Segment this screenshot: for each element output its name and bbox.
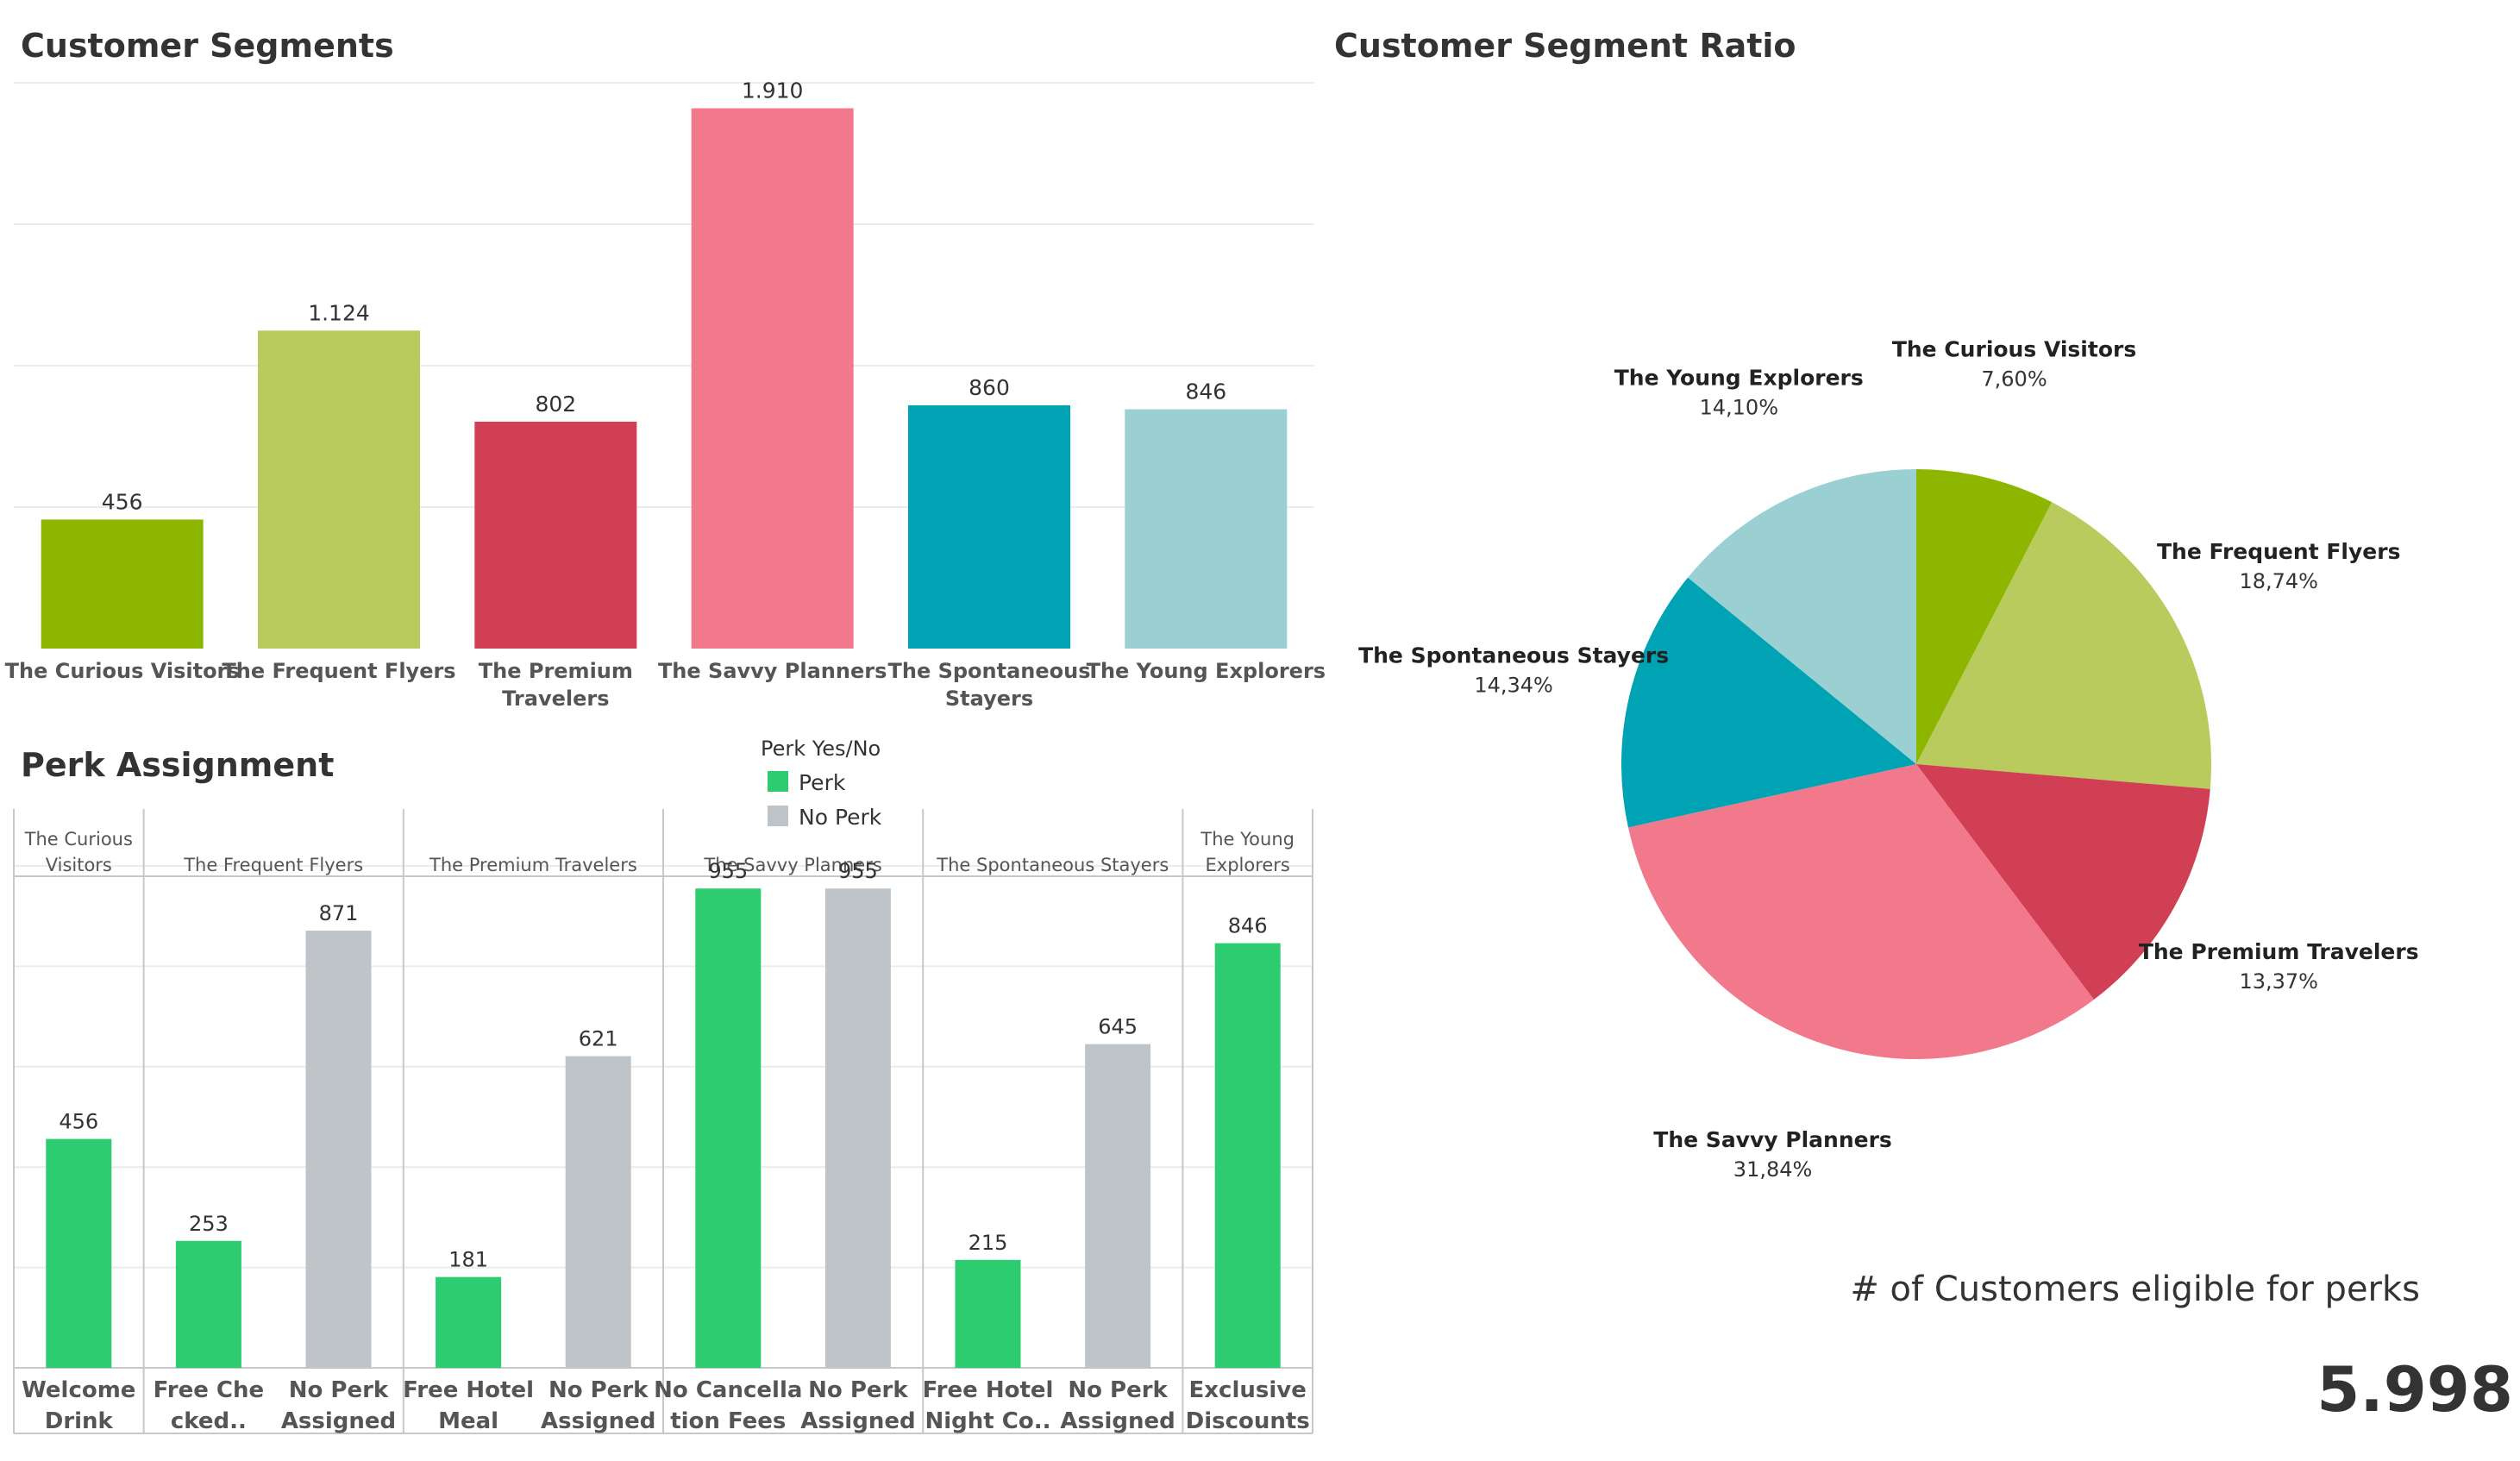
perk-category-label: No Cancella (654, 1377, 802, 1403)
pie-slice-name: The Curious Visitors (1892, 337, 2136, 362)
ratio-title: Customer Segment Ratio (1334, 27, 1796, 65)
perk-bar (1214, 943, 1281, 1368)
segment-category-label: The Frequent Flyers (222, 659, 455, 683)
segment-value-label: 802 (535, 392, 576, 417)
segment-value-label: 860 (969, 375, 1010, 400)
segments-title: Customer Segments (21, 27, 394, 65)
perk-category-label: Exclusive (1189, 1377, 1307, 1403)
legend-item-perk[interactable]: Perk (799, 770, 846, 795)
perk-value-label: 253 (189, 1212, 229, 1236)
perks-title: Perk Assignment (21, 746, 334, 784)
perk-category-label: No Perk (549, 1377, 649, 1403)
group-header-label: The Curious (24, 829, 133, 850)
pie-slice-percent: 18,74% (2239, 569, 2318, 593)
perk-value-label: 215 (969, 1231, 1008, 1255)
perk-bar (695, 888, 762, 1368)
perk-category-label: Welcome (22, 1377, 135, 1403)
perk-bar (824, 888, 891, 1368)
perk-category-label: No Perk (289, 1377, 389, 1403)
pie-slice-name: The Young Explorers (1614, 365, 1864, 390)
segment-category-label: The Savvy Planners (658, 659, 887, 683)
pie-slice-name: The Savvy Planners (1653, 1127, 1892, 1152)
perk-assignment-chart: The Curious Visitors 456 Welcome Drink The Fr… (13, 809, 1313, 1434)
pie-slice-percent: 14,34% (1474, 674, 1553, 698)
perk-category-label: No Perk (808, 1377, 908, 1403)
segment-category-label: The Premium (479, 659, 633, 683)
perk-category-label: No Perk (1068, 1377, 1168, 1403)
perk-category-label: Meal (438, 1408, 498, 1434)
segment-value-label: 1.124 (308, 300, 370, 325)
segment-bar (258, 330, 420, 649)
perk-category-label: Assigned (1060, 1408, 1175, 1434)
perk-bar (1085, 1044, 1151, 1368)
perk-bar (175, 1240, 241, 1368)
dashboard: Customer Segments Perk Assignment Custom… (5, 27, 2513, 1434)
perk-category-label: Discounts (1186, 1408, 1310, 1434)
segment-value-label: 1.910 (742, 78, 804, 103)
perk-category-label: Night Co.. (925, 1408, 1051, 1434)
perk-bar (955, 1259, 1021, 1368)
segment-bar (691, 108, 854, 649)
perk-value-label: 846 (1228, 914, 1268, 938)
pie-slice-percent: 31,84% (1733, 1157, 1813, 1182)
group-header-label: Explorers (1206, 855, 1290, 875)
segment-category-label: The Spontaneous (887, 659, 1090, 683)
perk-category-label: Assigned (800, 1408, 915, 1434)
kpi-label: # of Customers eligible for perks (1850, 1270, 2420, 1309)
perk-category-label: Free Hotel (403, 1377, 534, 1403)
group-header-label: Visitors (46, 855, 112, 875)
kpi-value: 5.998 (2316, 1353, 2513, 1426)
customer-segments-chart: 456 The Curious Visitors 1.124 The Frequent… (5, 78, 1326, 711)
perk-legend: Perk Yes/No Perk No Perk (761, 737, 882, 830)
group-header-label: The Premium Travelers (429, 855, 637, 875)
perk-category-label: cked.. (171, 1408, 247, 1434)
legend-item-no-perk[interactable]: No Perk (799, 805, 882, 830)
segment-category-label: Travelers (502, 687, 609, 711)
segment-ratio-pie: The Curious Visitors 7,60% The Frequent Fl… (1358, 337, 2419, 1182)
pie-slice-name: The Spontaneous Stayers (1358, 643, 1669, 668)
group-header-label: The Spontaneous Stayers (936, 855, 1169, 875)
perk-category-label: Free Hotel (923, 1377, 1054, 1403)
perk-category-label: Assigned (541, 1408, 655, 1434)
legend-swatch-perk[interactable] (768, 771, 788, 792)
segment-value-label: 456 (102, 489, 143, 514)
group-header-label: The Frequent Flyers (183, 855, 363, 875)
pie-slice-percent: 13,37% (2239, 969, 2318, 994)
kpi-card: # of Customers eligible for perks 5.998 (1850, 1270, 2513, 1426)
segment-value-label: 846 (1185, 379, 1226, 404)
perk-value-label: 645 (1098, 1015, 1138, 1039)
segment-bar (1125, 409, 1288, 649)
group-header-label: The Young (1200, 829, 1294, 850)
perk-category-label: tion Fees (670, 1408, 786, 1434)
perk-value-label: 181 (448, 1248, 488, 1272)
perk-category-label: Assigned (281, 1408, 396, 1434)
legend-swatch-no-perk[interactable] (768, 806, 788, 826)
perk-value-label: 955 (838, 859, 878, 883)
segment-bar (908, 404, 1070, 649)
perk-value-label: 871 (319, 901, 359, 925)
pie-slice-name: The Frequent Flyers (2157, 539, 2400, 564)
perk-category-label: Free Che (154, 1377, 264, 1403)
pie-slice-percent: 7,60% (1981, 367, 2047, 392)
perk-value-label: 456 (59, 1110, 98, 1134)
segment-bar (474, 421, 637, 649)
legend-title: Perk Yes/No (761, 737, 881, 761)
perk-bar (436, 1276, 502, 1368)
perk-bar (305, 931, 372, 1368)
perk-category-label: Drink (45, 1408, 114, 1434)
pie-slice-name: The Premium Travelers (2139, 939, 2419, 964)
perk-bar (46, 1138, 112, 1368)
pie-slice-percent: 14,10% (1699, 395, 1778, 419)
segment-category-label: The Curious Visitors (5, 659, 240, 683)
perk-value-label: 621 (579, 1027, 618, 1051)
perk-bar (565, 1056, 631, 1368)
segment-category-label: Stayers (945, 687, 1033, 711)
segment-category-label: The Young Explorers (1087, 659, 1326, 683)
perk-value-label: 955 (708, 859, 748, 883)
segment-bar (41, 519, 204, 649)
